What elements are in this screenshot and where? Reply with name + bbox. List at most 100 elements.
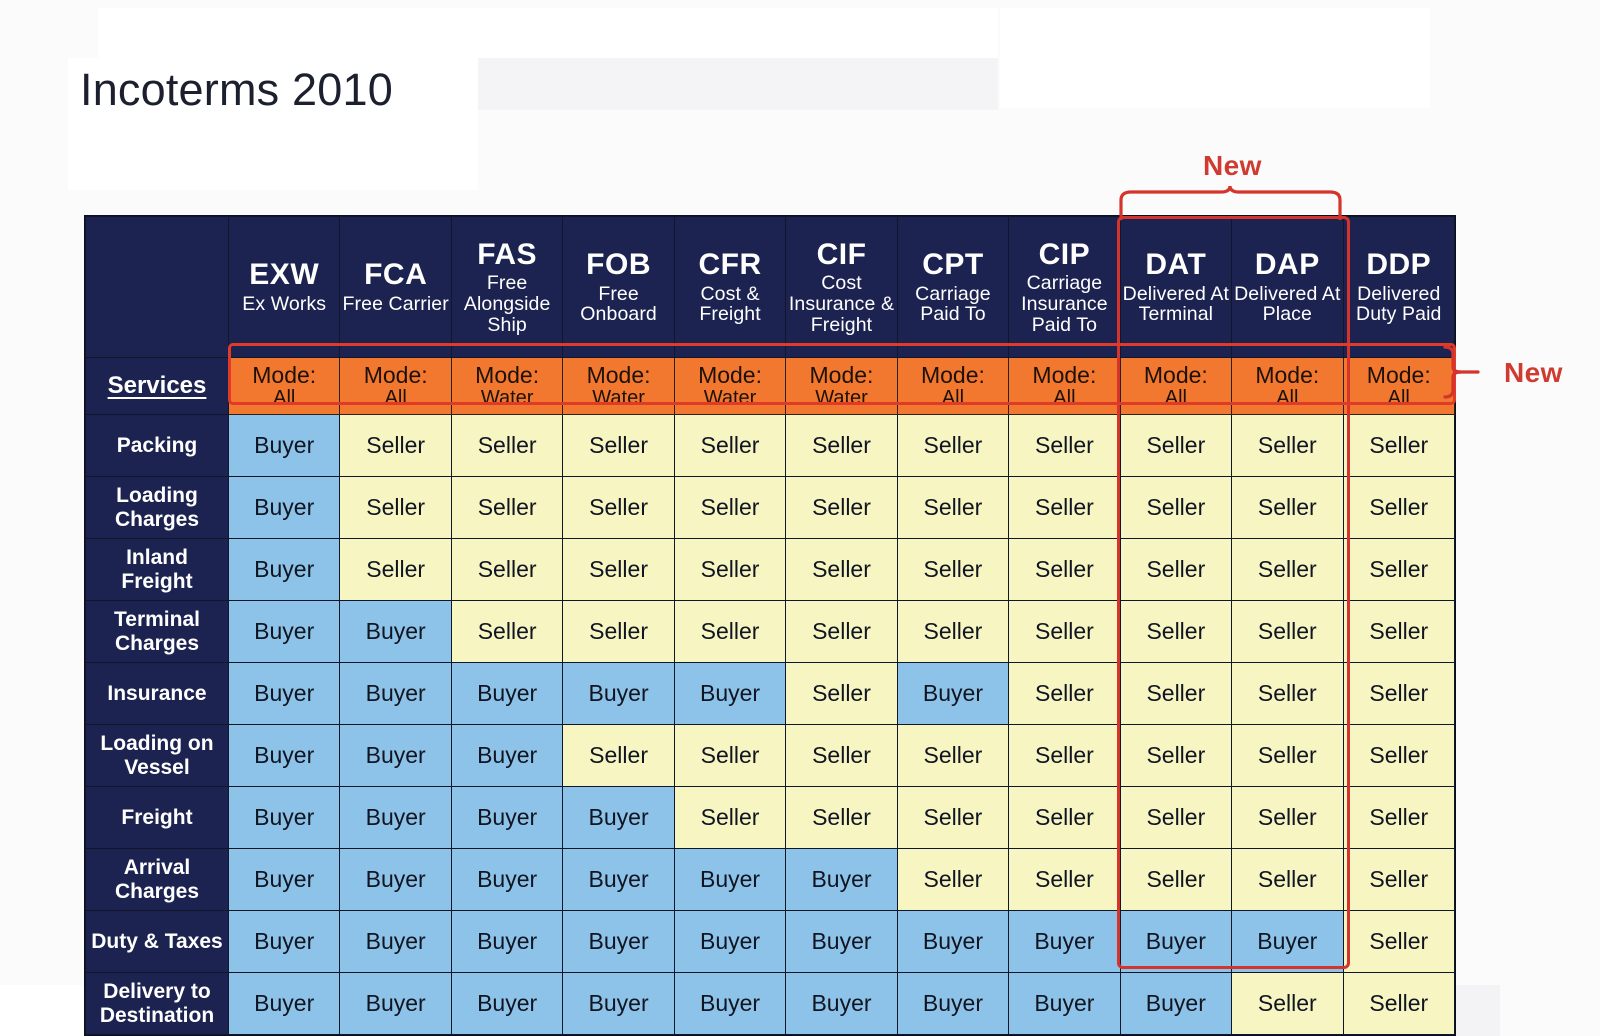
mode-label: Mode: xyxy=(1143,362,1208,389)
cell-cfr: Buyer xyxy=(673,972,787,1035)
table-header: EXW Ex Works FCA Free Carrier FAS Free Alongs… xyxy=(85,216,1456,415)
column-header-fas: FAS Free Alongside Ship xyxy=(450,216,564,358)
cell-cif: Seller xyxy=(785,662,898,725)
cell-fob: Seller xyxy=(562,600,675,663)
cell-dat: Seller xyxy=(1119,786,1233,849)
incoterms-table: EXW Ex Works FCA Free Carrier FAS Free Alongs… xyxy=(85,216,1456,1035)
mode-cell-cif: Mode: Water xyxy=(785,357,898,415)
cell-exw: Buyer xyxy=(227,476,341,539)
cell-ddp: Seller xyxy=(1342,848,1456,911)
service-label: Delivery to Destination xyxy=(85,972,229,1035)
cell-cif: Buyer xyxy=(785,910,898,973)
cell-cpt: Seller xyxy=(896,724,1010,787)
cell-dap: Seller xyxy=(1231,414,1344,477)
cell-dat: Seller xyxy=(1119,538,1233,601)
mode-cell-fca: Mode: All xyxy=(339,357,452,415)
paper-patch-title-right xyxy=(478,58,998,110)
cell-fca: Buyer xyxy=(339,910,452,973)
cell-cfr: Buyer xyxy=(673,848,787,911)
cell-fob: Seller xyxy=(562,538,675,601)
column-code: CIP xyxy=(1038,237,1091,271)
cell-dap: Seller xyxy=(1231,600,1344,663)
mode-label: Mode: xyxy=(1255,362,1320,389)
column-fullname: Ex Works xyxy=(242,293,327,316)
column-header-cfr: CFR Cost & Freight xyxy=(673,216,787,358)
mode-label: Mode: xyxy=(252,362,317,389)
mode-label: Mode: xyxy=(586,362,651,389)
paper-patch-top xyxy=(98,8,998,60)
cell-fob: Buyer xyxy=(562,662,675,725)
mode-cell-exw: Mode: All xyxy=(227,357,341,415)
service-label: Packing xyxy=(85,414,229,477)
column-header-cip: CIP Carriage Insurance Paid To xyxy=(1008,216,1121,358)
services-header-cell: Services xyxy=(85,357,229,415)
service-label: Terminal Charges xyxy=(85,600,229,663)
column-fullname: Delivered At Place xyxy=(1234,282,1341,326)
mode-value: All xyxy=(1164,386,1187,409)
cell-fas: Seller xyxy=(450,600,564,663)
cell-fob: Seller xyxy=(562,414,675,477)
table-row: Arrival Charges Buyer Buyer Buyer Buyer Buyer… xyxy=(85,848,1456,911)
column-code: DDP xyxy=(1366,247,1432,281)
cell-cip: Seller xyxy=(1008,600,1121,663)
mode-value: All xyxy=(1276,386,1299,409)
cell-fob: Seller xyxy=(562,724,675,787)
table-row: Loading Charges Buyer Seller Seller Seller Se… xyxy=(85,476,1456,539)
column-code: DAT xyxy=(1145,247,1207,281)
cell-cfr: Seller xyxy=(673,600,787,663)
service-label: Loading Charges xyxy=(85,476,229,539)
cell-dat: Buyer xyxy=(1119,972,1233,1035)
mode-label: Mode: xyxy=(920,362,985,389)
cell-ddp: Seller xyxy=(1342,662,1456,725)
cell-cpt: Seller xyxy=(896,476,1010,539)
cell-cpt: Seller xyxy=(896,538,1010,601)
cell-cip: Seller xyxy=(1008,724,1121,787)
service-label: Freight xyxy=(85,786,229,849)
cell-cip: Seller xyxy=(1008,538,1121,601)
column-code: CIF xyxy=(816,237,867,271)
cell-fca: Buyer xyxy=(339,600,452,663)
cell-cif: Seller xyxy=(785,476,898,539)
column-header-fob: FOB Free Onboard xyxy=(562,216,675,358)
cell-dat: Seller xyxy=(1119,414,1233,477)
column-code: CPT xyxy=(922,247,984,281)
cell-dap: Seller xyxy=(1231,662,1344,725)
column-header-exw: EXW Ex Works xyxy=(227,216,341,358)
cell-ddp: Seller xyxy=(1342,724,1456,787)
cell-ddp: Seller xyxy=(1342,972,1456,1035)
service-label: Arrival Charges xyxy=(85,848,229,911)
paper-patch-topright xyxy=(1000,8,1430,108)
cell-fob: Buyer xyxy=(562,848,675,911)
cell-cip: Seller xyxy=(1008,848,1121,911)
cell-cpt: Buyer xyxy=(896,662,1010,725)
column-code: CFR xyxy=(698,247,762,281)
mode-cell-fas: Mode: Water xyxy=(450,357,564,415)
mode-label: Mode: xyxy=(1366,362,1431,389)
cell-fas: Buyer xyxy=(450,724,564,787)
cell-cip: Seller xyxy=(1008,786,1121,849)
mode-value: All xyxy=(1053,386,1076,409)
cell-cfr: Seller xyxy=(673,476,787,539)
cell-ddp: Seller xyxy=(1342,910,1456,973)
cell-ddp: Seller xyxy=(1342,786,1456,849)
column-code: DAP xyxy=(1254,247,1320,281)
cell-fca: Seller xyxy=(339,538,452,601)
mode-cell-dat: Mode: All xyxy=(1119,357,1233,415)
column-fullname: Carriage Insurance Paid To xyxy=(1021,272,1108,336)
cell-cip: Buyer xyxy=(1008,972,1121,1035)
cell-cfr: Buyer xyxy=(673,662,787,725)
cell-exw: Buyer xyxy=(227,786,341,849)
cell-fas: Buyer xyxy=(450,848,564,911)
table-row: Duty & Taxes Buyer Buyer Buyer Buyer Buyer Buy… xyxy=(85,910,1456,973)
column-fullname: Cost & Freight xyxy=(699,282,761,326)
cell-dat: Seller xyxy=(1119,476,1233,539)
mode-cell-cfr: Mode: Water xyxy=(673,357,787,415)
new-label-right: New xyxy=(1504,357,1563,388)
cell-cip: Seller xyxy=(1008,414,1121,477)
cell-cfr: Seller xyxy=(673,724,787,787)
mode-label: Mode: xyxy=(698,362,762,389)
table-row: Packing Buyer Seller Seller Seller Seller Sell… xyxy=(85,414,1456,477)
column-code: FCA xyxy=(364,258,428,292)
column-fullname: Free Alongside Ship xyxy=(463,272,551,336)
service-label: Loading on Vessel xyxy=(85,724,229,787)
